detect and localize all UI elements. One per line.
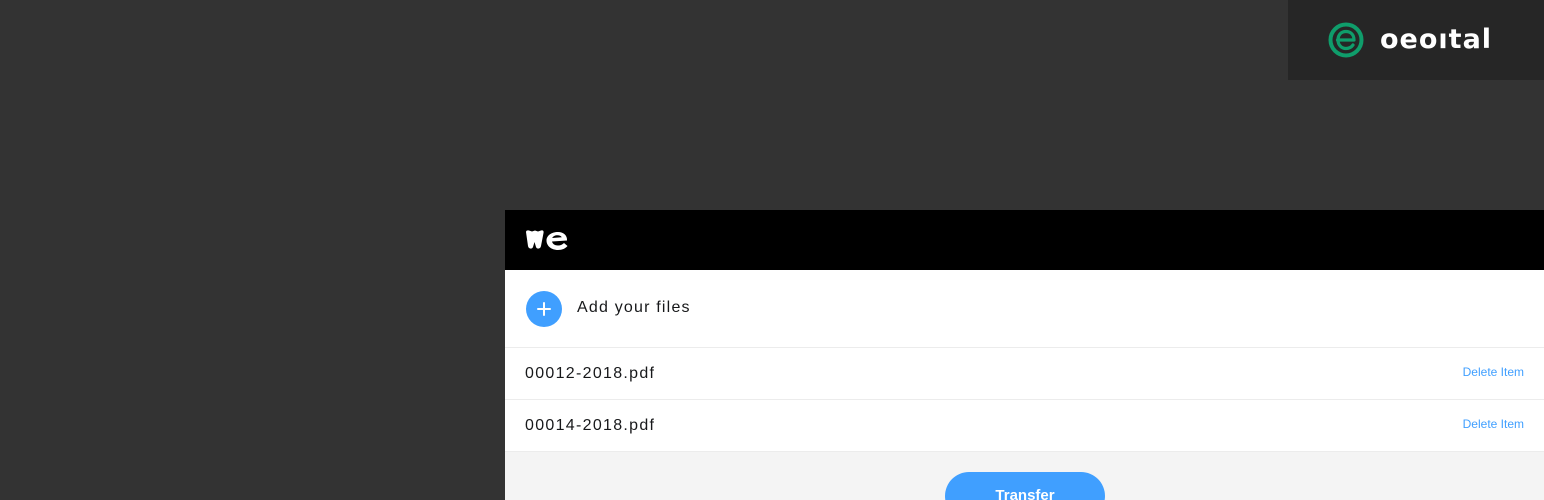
panel-header [505,210,1544,270]
delete-item-link[interactable]: Delete Item [1463,365,1524,379]
add-files-label[interactable]: Add your files [577,299,691,317]
page: oeoıtal Add your files 00012-2018.pdf De… [0,0,1544,500]
transfer-panel: Add your files 00012-2018.pdf Delete Ite… [505,210,1544,500]
file-name: 00012-2018.pdf [525,365,656,382]
brand-wordmark: oeoıtal [1380,24,1493,55]
add-files-button[interactable]: Add your files [505,270,1544,348]
file-row: 00012-2018.pdf Delete Item [505,348,1544,400]
transfer-button[interactable]: Transfer [945,472,1105,500]
brand-banner: oeoıtal [1288,0,1544,80]
panel-footer: Transfer [505,452,1544,500]
file-name: 00014-2018.pdf [525,417,656,434]
we-logo-icon[interactable] [525,229,571,251]
delete-item-link[interactable]: Delete Item [1463,417,1524,431]
file-row: 00014-2018.pdf Delete Item [505,400,1544,452]
brand-e-logo-icon [1328,22,1364,58]
add-circle[interactable] [526,291,562,327]
plus-icon [537,302,551,316]
